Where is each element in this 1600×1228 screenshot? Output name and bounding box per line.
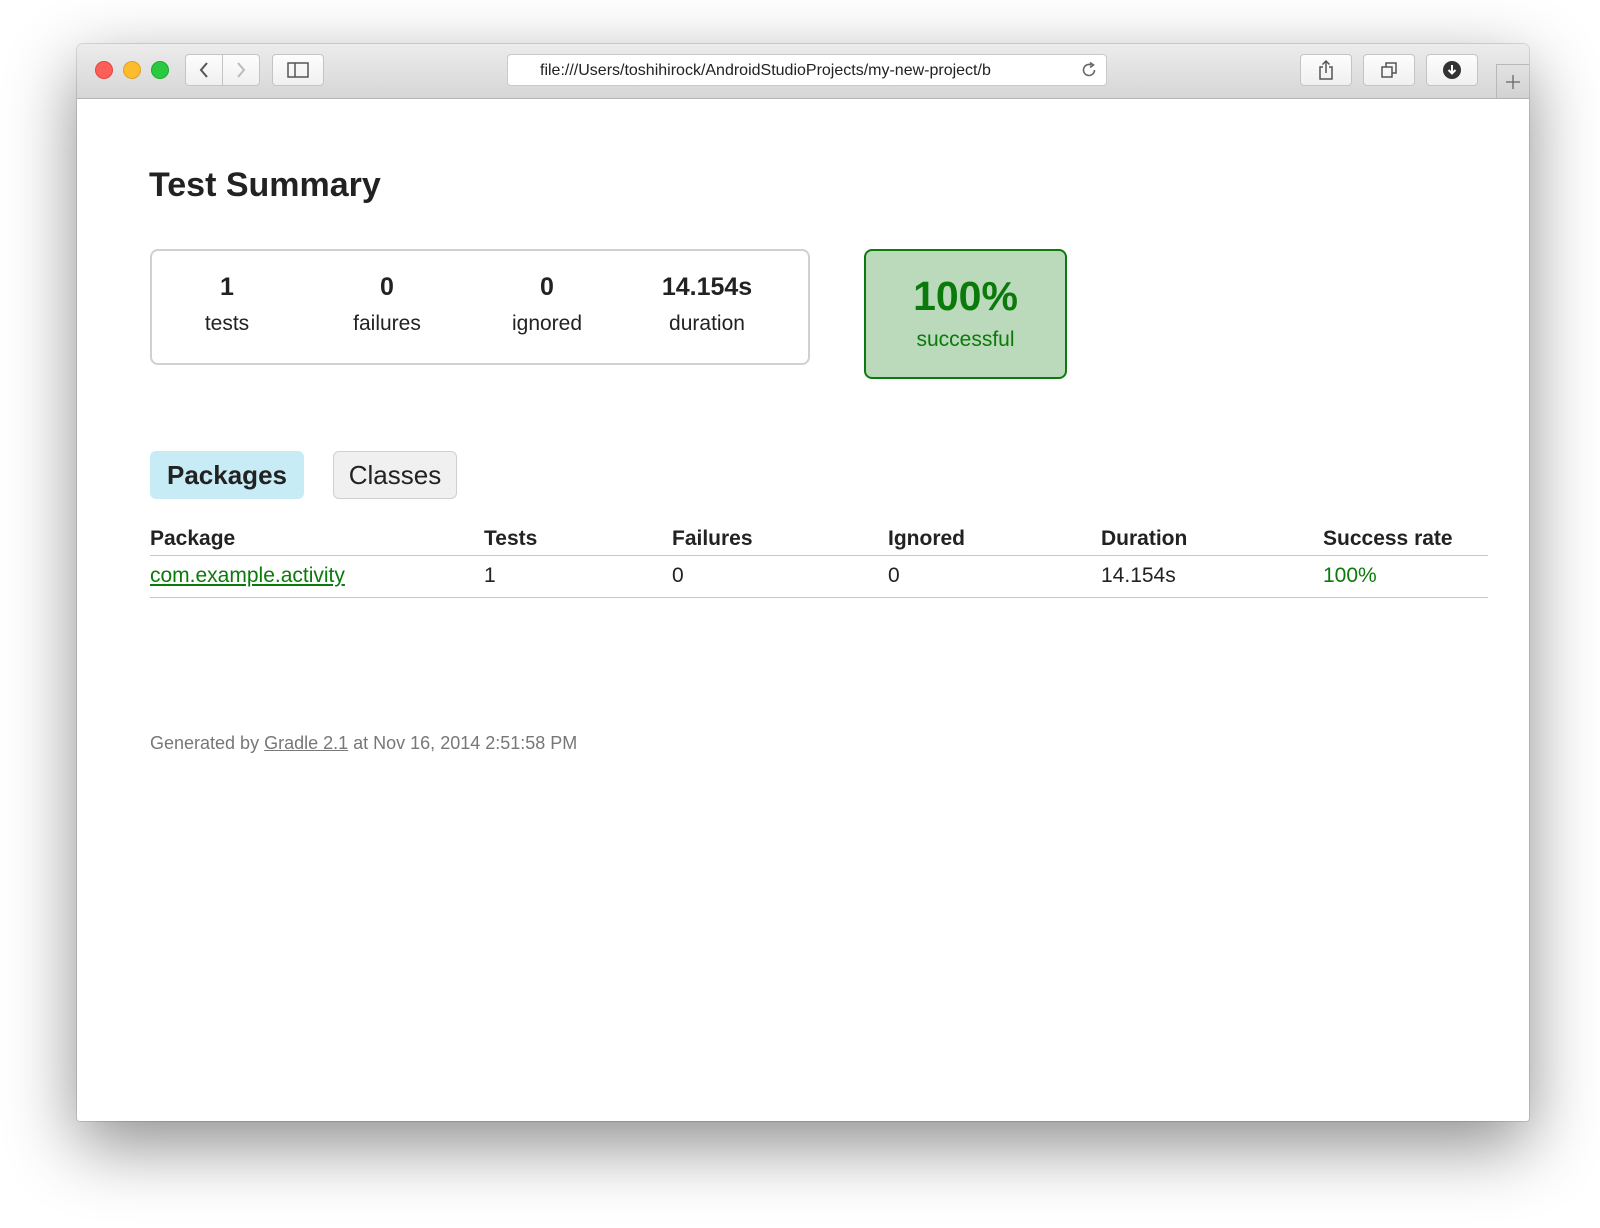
tabs-overview-icon [1381,62,1397,78]
failures-counter: 0 failures [332,273,442,336]
share-icon [1319,59,1333,80]
browser-toolbar: file:///Users/toshihirock/AndroidStudioP… [77,44,1529,99]
close-window-button[interactable] [95,61,113,79]
success-rate-label: successful [916,328,1015,351]
zoom-window-button[interactable] [151,61,169,79]
url-text[interactable]: file:///Users/toshihirock/AndroidStudioP… [540,62,1055,80]
table-header-row: Package Tests Failures Ignored Duration … [150,519,1488,556]
column-header-failures: Failures [672,519,888,556]
footer: Generated by Gradle 2.1 at Nov 16, 2014 … [150,733,577,754]
duration-cell: 14.154s [1101,555,1323,598]
summary-counters: 1 tests 0 failures 0 ignored 14.154s dur… [150,249,810,365]
ignored-cell: 0 [888,555,1101,598]
share-button[interactable] [1300,54,1352,86]
downloads-button[interactable] [1426,54,1478,86]
tabs-overview-button[interactable] [1363,54,1415,86]
tests-label: tests [204,312,250,335]
forward-button[interactable] [222,54,260,86]
column-header-package: Package [150,519,484,556]
column-header-duration: Duration [1101,519,1323,556]
duration-label: duration [669,312,745,335]
back-button[interactable] [185,54,223,86]
failures-count: 0 [380,273,394,301]
page-title: Test Summary [149,166,381,204]
footer-prefix: Generated by [150,733,265,753]
duration-value: 14.154s [661,273,753,301]
tab-packages[interactable]: Packages [150,451,304,499]
package-cell: com.example.activity [150,555,484,598]
tab-classes[interactable]: Classes [333,451,457,499]
failures-label: failures [353,312,421,335]
tests-count: 1 [220,273,234,301]
success-rate-box: 100% successful [864,249,1067,379]
tests-cell: 1 [484,555,672,598]
address-bar[interactable]: file:///Users/toshihirock/AndroidStudioP… [507,54,1107,86]
reload-icon[interactable] [1080,61,1098,84]
table-row: com.example.activity 1 0 0 14.154s 100% [150,555,1488,598]
plus-icon [1506,74,1520,89]
column-header-ignored: Ignored [888,519,1101,556]
failures-cell: 0 [672,555,888,598]
package-link[interactable]: com.example.activity [150,564,345,587]
gradle-link[interactable]: Gradle 2.1 [264,733,348,753]
chevron-right-icon [237,62,246,78]
new-tab-button[interactable] [1496,64,1529,98]
browser-window: file:///Users/toshihirock/AndroidStudioP… [77,44,1529,1121]
success-rate-cell: 100% [1323,555,1488,598]
footer-timestamp: at Nov 16, 2014 2:51:58 PM [348,733,578,753]
tests-counter: 1 tests [182,273,272,336]
duration-counter: 14.154s duration [642,273,772,336]
packages-table: Package Tests Failures Ignored Duration … [150,519,1488,598]
sidebar-icon [287,62,309,78]
sidebar-toggle-button[interactable] [272,54,324,86]
success-rate-value: 100% [913,273,1018,319]
download-icon [1443,61,1461,79]
minimize-window-button[interactable] [123,61,141,79]
ignored-counter: 0 ignored [492,273,602,336]
page-content: Test Summary 1 tests 0 failures 0 ignore… [77,99,1529,1121]
column-header-tests: Tests [484,519,672,556]
ignored-label: ignored [511,312,583,335]
ignored-count: 0 [540,273,554,301]
chevron-left-icon [199,62,208,78]
column-header-success-rate: Success rate [1323,519,1488,556]
